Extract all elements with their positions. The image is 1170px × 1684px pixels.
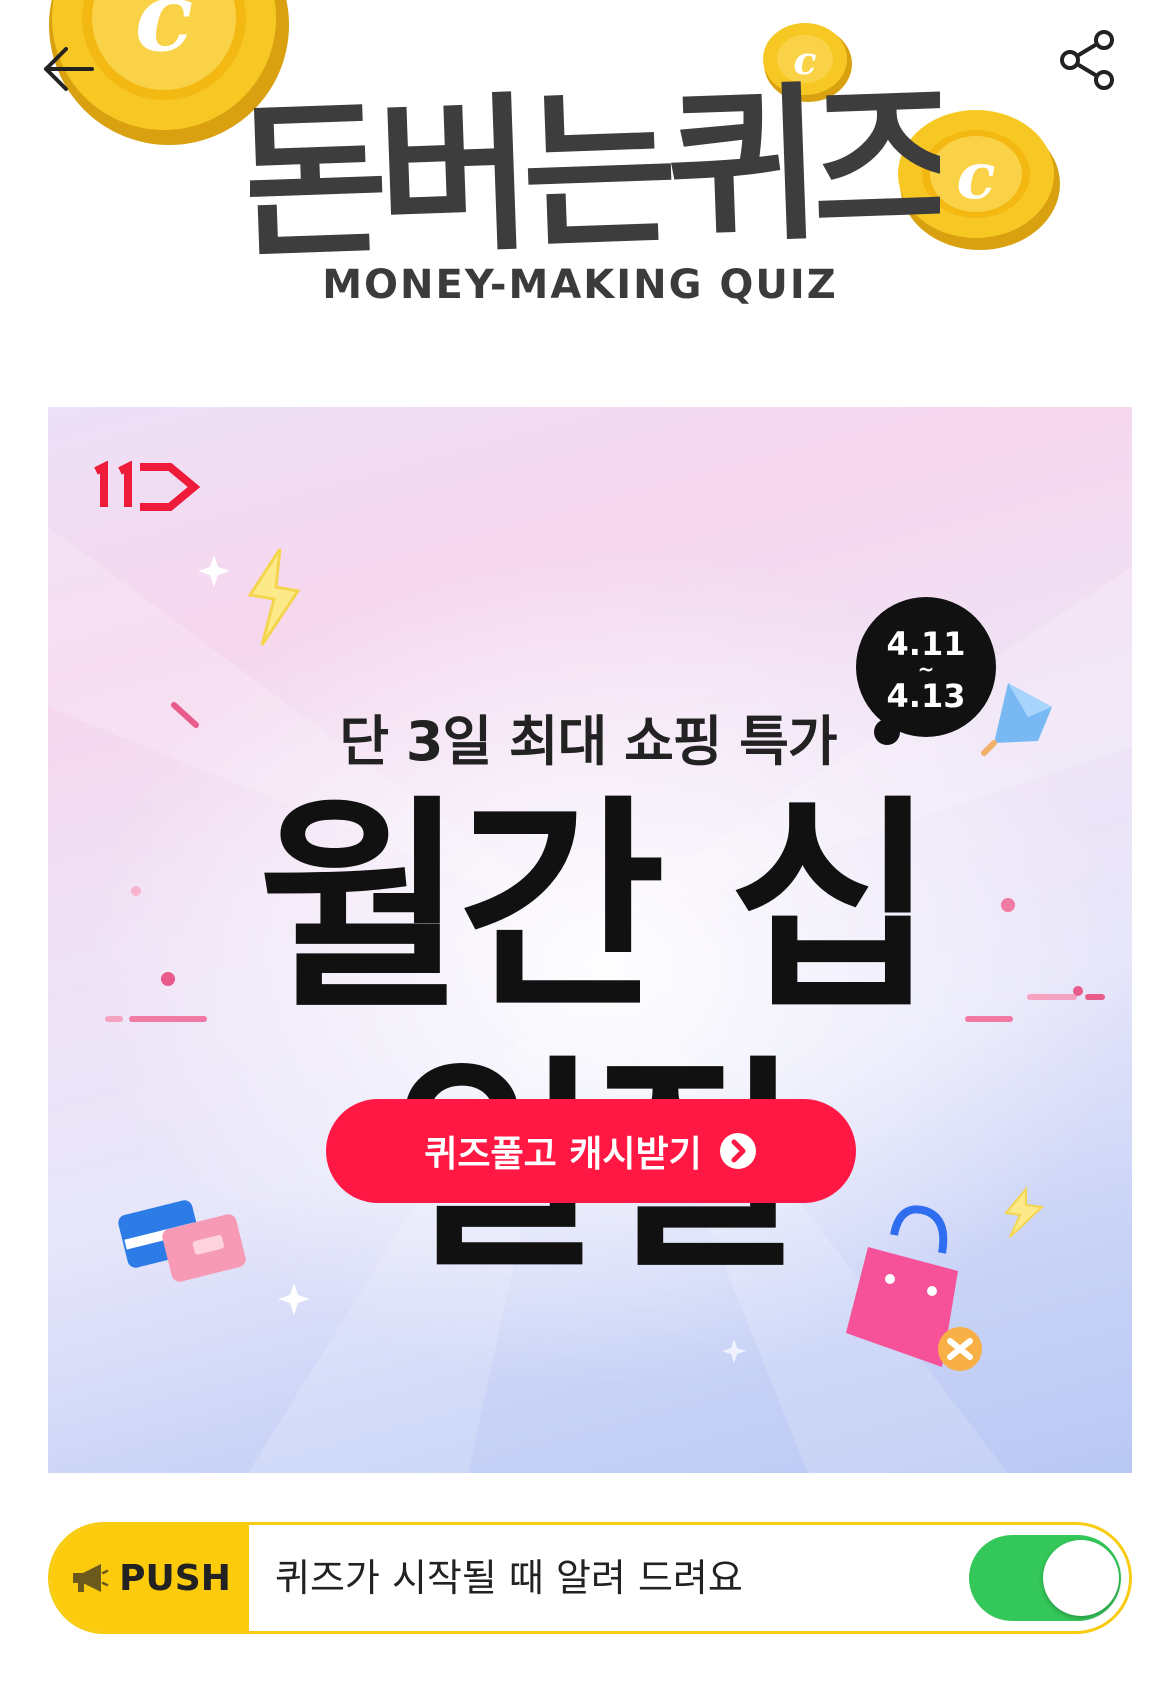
date-end: 4.13 — [886, 677, 966, 715]
svg-text:c: c — [957, 139, 996, 214]
date-badge-tail — [874, 719, 900, 745]
credit-card-icon — [118, 1200, 246, 1282]
lightning-icon — [247, 548, 301, 646]
share-icon — [1060, 30, 1114, 90]
push-description: 퀴즈가 시작될 때 알려 드려요 — [275, 1556, 743, 1600]
quiz-cash-button-label: 퀴즈풀고 캐시받기 — [424, 1134, 702, 1175]
svg-text:돈버는퀴즈: 돈버는퀴즈 — [250, 70, 940, 260]
banner-subtitle: 단 3일 최대 쇼핑 특가 — [339, 710, 837, 773]
megaphone-icon — [73, 1564, 109, 1592]
quiz-header: c c c 돈버는퀴즈 MONEY-MAKING QUIZ — [0, 0, 1170, 330]
toggle-knob — [1043, 1540, 1119, 1616]
share-button[interactable] — [1056, 28, 1120, 92]
page-title: 돈버는퀴즈 — [250, 70, 940, 260]
push-notification-row: PUSH 퀴즈가 시작될 때 알려 드려요 — [48, 1522, 1132, 1634]
date-badge: 4.11 ~ 4.13 — [856, 597, 996, 737]
page-subtitle: MONEY-MAKING QUIZ — [322, 262, 838, 308]
date-separator: ~ — [917, 657, 935, 681]
arrow-left-icon — [44, 47, 94, 91]
back-button[interactable] — [36, 36, 102, 102]
event-banner[interactable]: 단 3일 최대 쇼핑 특가 4.11 ~ 4.13 월간 십일절 퀴즈풀고 캐시… — [48, 407, 1132, 1473]
chevron-right-circle-icon — [719, 1133, 756, 1169]
brand-logo — [94, 461, 201, 511]
svg-text:c: c — [135, 0, 193, 73]
push-tag: PUSH — [51, 1525, 249, 1631]
push-tag-label: PUSH — [119, 1557, 231, 1599]
push-toggle[interactable] — [969, 1535, 1121, 1621]
lightning-icon — [1004, 1186, 1045, 1238]
banner-title: 월간 십일절 — [257, 777, 936, 1299]
quiz-cash-button[interactable]: 퀴즈풀고 캐시받기 — [326, 1099, 856, 1203]
